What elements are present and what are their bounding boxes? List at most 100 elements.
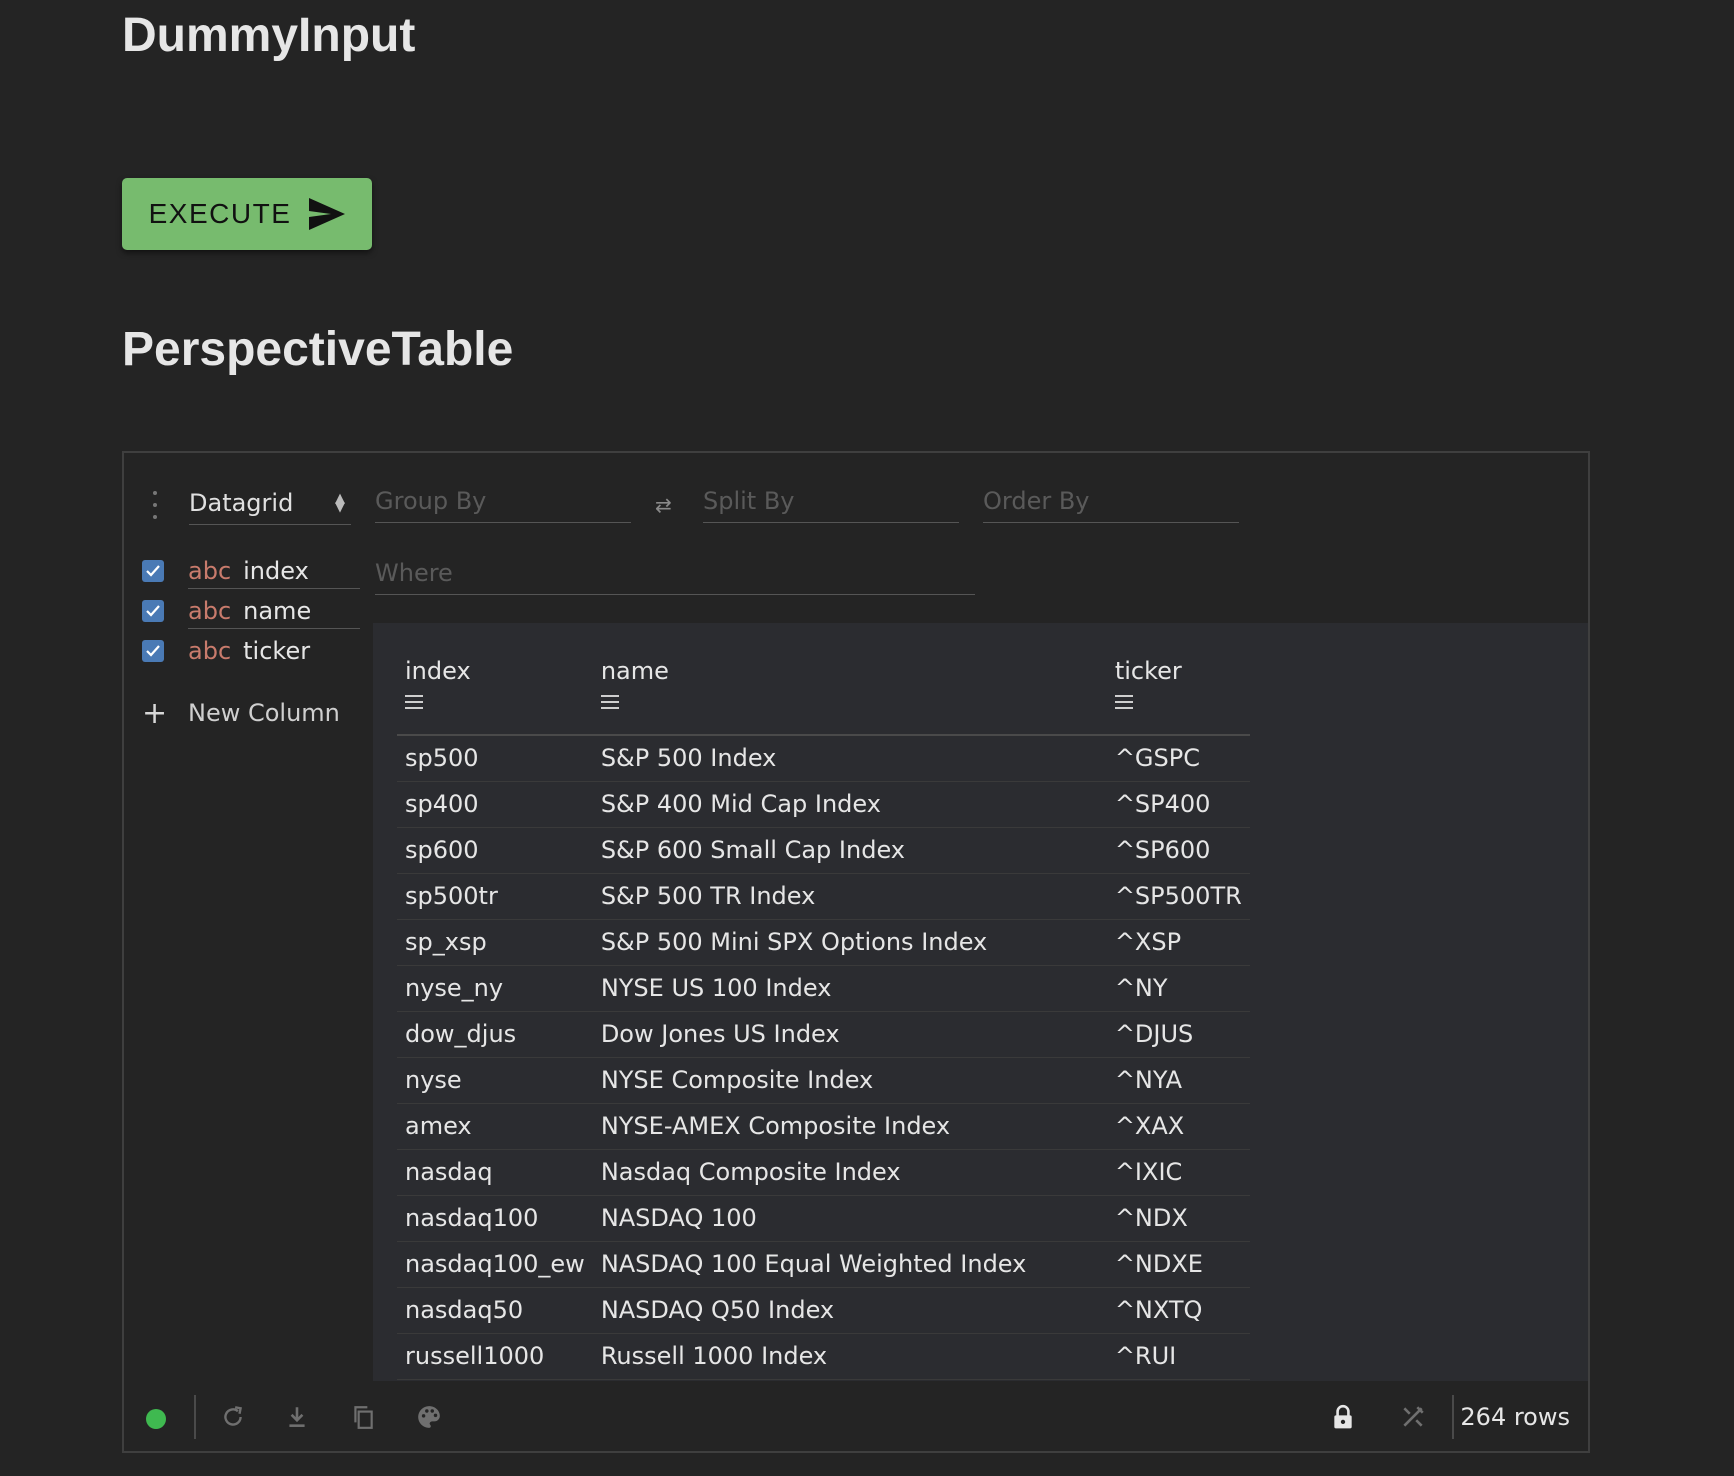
table-cell: S&P 500 Mini SPX Options Index bbox=[592, 919, 1107, 966]
table-cell: Nasdaq Composite Index bbox=[592, 1149, 1107, 1196]
table-cell: ^IXIC bbox=[1106, 1149, 1250, 1196]
table-cell: nyse bbox=[397, 1057, 593, 1104]
table-cell: Russell 1000 Index bbox=[592, 1333, 1107, 1380]
download-icon[interactable] bbox=[284, 1404, 310, 1430]
column-type: abc bbox=[188, 556, 232, 585]
column-type: abc bbox=[188, 596, 232, 625]
more-vertical-icon[interactable] bbox=[150, 491, 160, 519]
split-by-field[interactable]: Split By bbox=[703, 479, 959, 523]
column-name: index bbox=[243, 556, 309, 585]
datagrid: index name ticker sp500 S&P 500 Index ^G… bbox=[373, 623, 1588, 1381]
column-item-index[interactable]: abc index bbox=[142, 551, 362, 591]
table-row[interactable]: nyse NYSE Composite Index ^NYA bbox=[397, 1057, 1250, 1104]
table-row[interactable]: sp500tr S&P 500 TR Index ^SP500TR bbox=[397, 873, 1250, 920]
table-cell: nasdaq bbox=[397, 1149, 593, 1196]
status-indicator-icon bbox=[146, 1409, 166, 1429]
column-item-name[interactable]: abc name bbox=[142, 591, 362, 631]
table-row[interactable]: nyse_ny NYSE US 100 Index ^NY bbox=[397, 965, 1250, 1012]
execute-button[interactable]: EXECUTE bbox=[122, 178, 372, 250]
table-cell: sp500 bbox=[397, 735, 593, 782]
column-checkbox[interactable] bbox=[142, 560, 164, 582]
divider bbox=[194, 1395, 196, 1439]
column-name: ticker bbox=[243, 637, 311, 665]
table-cell: NYSE US 100 Index bbox=[592, 965, 1107, 1012]
table-row[interactable]: sp600 S&P 600 Small Cap Index ^SP600 bbox=[397, 827, 1250, 874]
lock-icon[interactable] bbox=[1330, 1404, 1356, 1430]
table-cell: amex bbox=[397, 1103, 593, 1150]
order-by-field[interactable]: Order By bbox=[983, 479, 1239, 523]
column-header-label: name bbox=[600, 657, 669, 685]
table-row[interactable]: sp400 S&P 400 Mid Cap Index ^SP400 bbox=[397, 781, 1250, 828]
table-cell: sp400 bbox=[397, 781, 593, 828]
column-header-label: index bbox=[405, 657, 471, 685]
table-cell: nasdaq100 bbox=[397, 1195, 593, 1242]
refresh-icon[interactable] bbox=[220, 1404, 246, 1430]
menu-icon[interactable] bbox=[1114, 695, 1133, 709]
table-cell: ^XSP bbox=[1106, 919, 1250, 966]
table-cell: ^SP500TR bbox=[1106, 873, 1250, 920]
plugin-select[interactable]: Datagrid ▲ ▼ bbox=[189, 481, 351, 525]
column-checkbox[interactable] bbox=[142, 640, 164, 662]
column-name: name bbox=[243, 596, 312, 625]
table-row[interactable]: amex NYSE-AMEX Composite Index ^XAX bbox=[397, 1103, 1250, 1150]
where-field[interactable]: Where bbox=[375, 551, 975, 595]
palette-icon[interactable] bbox=[416, 1404, 442, 1430]
order-by-placeholder: Order By bbox=[983, 486, 1090, 515]
table-cell: sp_xsp bbox=[397, 919, 593, 966]
table-row[interactable]: nasdaq100_ew NASDAQ 100 Equal Weighted I… bbox=[397, 1241, 1250, 1288]
column-type: abc bbox=[188, 637, 232, 665]
table-cell: NASDAQ Q50 Index bbox=[592, 1287, 1107, 1334]
perspective-viewer: Datagrid ▲ ▼ Group By ⇄ Split By Order By… bbox=[122, 451, 1590, 1453]
table-row[interactable]: nasdaq Nasdaq Composite Index ^IXIC bbox=[397, 1149, 1250, 1196]
table-cell: Dow Jones US Index bbox=[592, 1011, 1107, 1058]
table-row[interactable]: sp500 S&P 500 Index ^GSPC bbox=[397, 735, 1250, 782]
table-cell: NYSE Composite Index bbox=[592, 1057, 1107, 1104]
table-row[interactable]: dow_djus Dow Jones US Index ^DJUS bbox=[397, 1011, 1250, 1058]
execute-label: EXECUTE bbox=[148, 198, 292, 229]
table-cell: NYSE-AMEX Composite Index bbox=[592, 1103, 1107, 1150]
where-placeholder: Where bbox=[375, 558, 453, 587]
status-bar: 264 rows bbox=[124, 1381, 1588, 1453]
tools-icon[interactable] bbox=[1400, 1404, 1426, 1430]
table-cell: ^XAX bbox=[1106, 1103, 1250, 1150]
swap-icon[interactable]: ⇄ bbox=[655, 493, 672, 517]
data-table: index name ticker sp500 S&P 500 Index ^G… bbox=[397, 647, 1250, 1380]
table-cell: dow_djus bbox=[397, 1011, 593, 1058]
table-cell: ^SP400 bbox=[1106, 781, 1250, 828]
split-by-placeholder: Split By bbox=[703, 486, 795, 515]
group-by-placeholder: Group By bbox=[375, 486, 487, 515]
check-icon bbox=[146, 605, 160, 617]
table-row[interactable]: russell1000 Russell 1000 Index ^RUI bbox=[397, 1333, 1250, 1380]
menu-icon[interactable] bbox=[600, 695, 619, 709]
copy-icon[interactable] bbox=[350, 1404, 376, 1430]
new-column-button[interactable]: + New Column bbox=[142, 693, 362, 733]
table-cell: nyse_ny bbox=[397, 965, 593, 1012]
column-header-ticker[interactable]: ticker bbox=[1106, 647, 1250, 736]
column-checkbox[interactable] bbox=[142, 600, 164, 622]
table-cell: ^DJUS bbox=[1106, 1011, 1250, 1058]
table-cell: sp500tr bbox=[397, 873, 593, 920]
new-column-label: New Column bbox=[188, 699, 340, 727]
table-cell: NASDAQ 100 bbox=[592, 1195, 1107, 1242]
column-header-index[interactable]: index bbox=[397, 647, 593, 736]
table-cell: ^NDXE bbox=[1106, 1241, 1250, 1288]
plugin-select-value: Datagrid bbox=[189, 488, 294, 517]
column-list: abc index abc name abc ticker + New Colu… bbox=[142, 551, 362, 733]
table-cell: S&P 500 Index bbox=[592, 735, 1107, 782]
table-cell: S&P 400 Mid Cap Index bbox=[592, 781, 1107, 828]
table-cell: ^SP600 bbox=[1106, 827, 1250, 874]
group-by-field[interactable]: Group By bbox=[375, 479, 631, 523]
table-cell: ^NYA bbox=[1106, 1057, 1250, 1104]
table-row[interactable]: nasdaq50 NASDAQ Q50 Index ^NXTQ bbox=[397, 1287, 1250, 1334]
check-icon bbox=[146, 565, 160, 577]
table-cell: S&P 600 Small Cap Index bbox=[592, 827, 1107, 874]
table-cell: NASDAQ 100 Equal Weighted Index bbox=[592, 1241, 1107, 1288]
table-row[interactable]: sp_xsp S&P 500 Mini SPX Options Index ^X… bbox=[397, 919, 1250, 966]
column-header-name[interactable]: name bbox=[592, 647, 1107, 736]
plus-icon: + bbox=[142, 695, 168, 731]
column-item-ticker[interactable]: abc ticker bbox=[142, 631, 362, 671]
table-row[interactable]: nasdaq100 NASDAQ 100 ^NDX bbox=[397, 1195, 1250, 1242]
menu-icon[interactable] bbox=[405, 695, 423, 709]
table-cell: ^NY bbox=[1106, 965, 1250, 1012]
send-icon bbox=[309, 198, 346, 230]
